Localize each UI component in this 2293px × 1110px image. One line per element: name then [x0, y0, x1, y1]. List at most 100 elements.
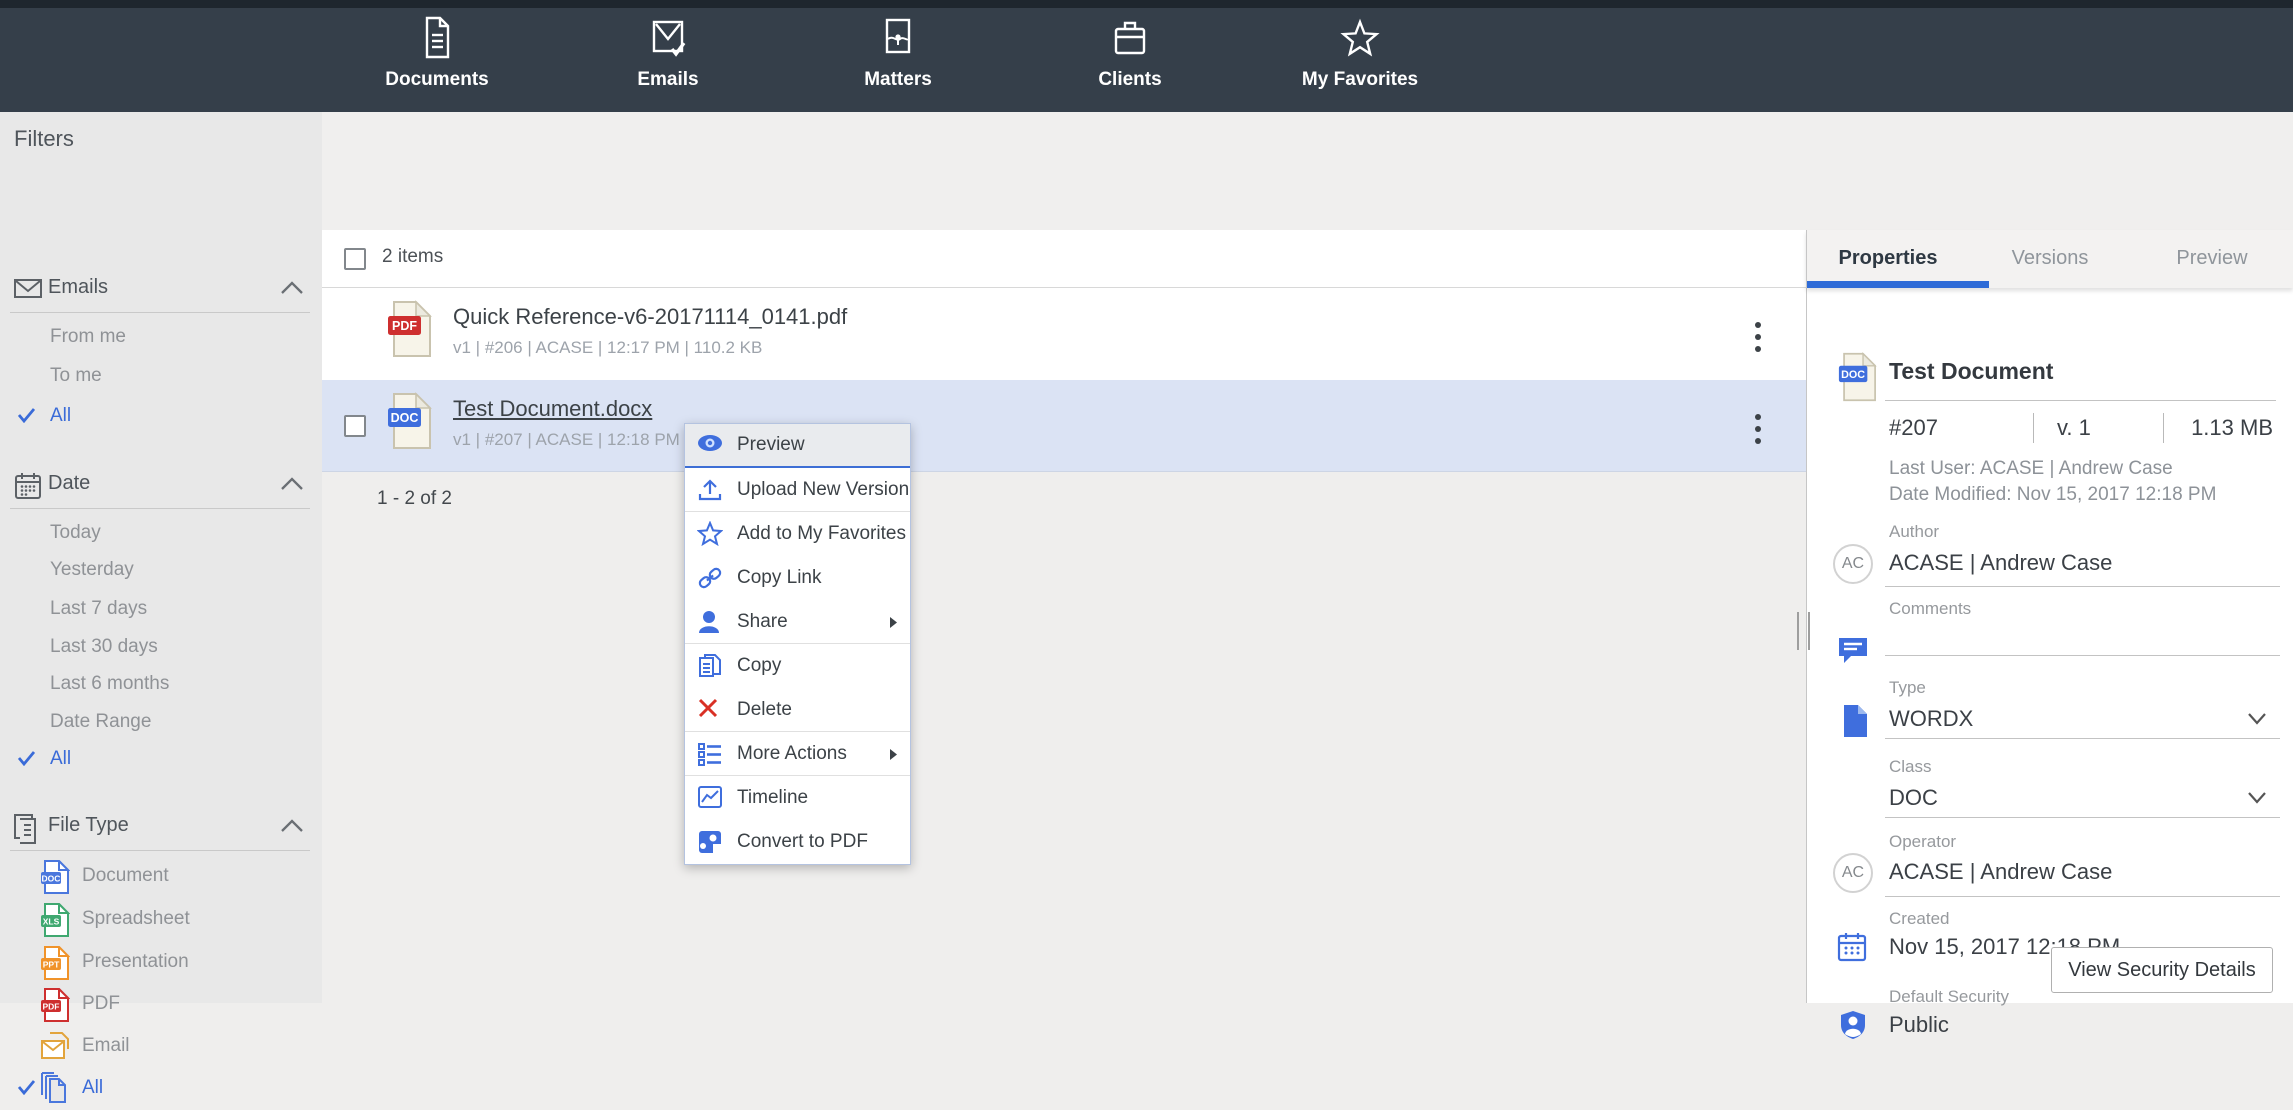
file-row[interactable]: DOCTest Document.docxv1 | #207 | ACASE |…	[322, 380, 1806, 472]
author-label: Author	[1889, 522, 1939, 542]
nav-item-matters[interactable]: Matters	[808, 12, 988, 108]
filter-item-label: Document	[82, 865, 169, 887]
menu-item-timeline[interactable]: Timeline	[685, 776, 910, 820]
check-icon	[17, 1079, 36, 1101]
menu-item-upload-new-version[interactable]: Upload New Version	[685, 468, 910, 512]
menu-item-preview[interactable]: Preview	[685, 424, 910, 468]
tab-properties[interactable]: Properties	[1807, 230, 1969, 288]
filter-item-label: From me	[50, 326, 126, 348]
class-underline	[1885, 817, 2280, 818]
filter-item-pdf[interactable]: PDFPDF	[0, 985, 322, 1023]
menu-item-label: More Actions	[737, 743, 847, 765]
operator-value[interactable]: ACASE | Andrew Case	[1889, 859, 2112, 885]
section-divider	[10, 850, 310, 851]
filter-item-document[interactable]: DOCDocument	[0, 857, 322, 895]
filter-item-today[interactable]: Today	[0, 514, 322, 552]
menu-item-label: Share	[737, 611, 788, 633]
filter-item-label: Date Range	[50, 711, 151, 733]
document-number: #207	[1889, 415, 1938, 441]
nav-clients-icon	[1106, 14, 1154, 66]
list-header: 2 items	[322, 230, 1806, 288]
type-value[interactable]: WORDX	[1889, 706, 1973, 732]
filter-item-presentation[interactable]: PPTPresentation	[0, 943, 322, 981]
menu-item-add-to-my-favorites[interactable]: Add to My Favorites	[685, 512, 910, 556]
menu-item-more-actions[interactable]: More Actions	[685, 732, 910, 776]
menu-item-delete[interactable]: Delete	[685, 688, 910, 732]
class-value[interactable]: DOC	[1889, 785, 1938, 811]
nav-item-label: Matters	[808, 69, 988, 91]
doc-file-icon: DOC	[1837, 352, 1877, 407]
filter-section-date[interactable]: Date	[0, 464, 322, 508]
filter-item-date-range[interactable]: Date Range	[0, 703, 322, 741]
filter-item-spreadsheet[interactable]: XLSSpreadsheet	[0, 900, 322, 938]
tab-versions[interactable]: Versions	[1969, 230, 2131, 288]
submenu-arrow-icon	[889, 748, 898, 766]
type-label: Type	[1889, 678, 1926, 698]
type-chevron-down-icon[interactable]	[2247, 712, 2267, 730]
menu-item-copy[interactable]: Copy	[685, 644, 910, 688]
panel-resize-handle[interactable]	[1797, 612, 1810, 650]
menu-item-share[interactable]: Share	[685, 600, 910, 644]
filter-item-to-me[interactable]: To me	[0, 357, 322, 395]
view-security-details-button[interactable]: View Security Details	[2051, 947, 2273, 993]
filter-item-last-7-days[interactable]: Last 7 days	[0, 590, 322, 628]
tab-preview[interactable]: Preview	[2131, 230, 2293, 288]
file-row[interactable]: PDFQuick Reference-v6-20171114_0141.pdfv…	[322, 288, 1806, 380]
filter-item-last-6-months[interactable]: Last 6 months	[0, 665, 322, 703]
author-underline	[1885, 586, 2280, 587]
chevron-up-icon[interactable]	[280, 818, 304, 838]
operator-avatar: AC	[1833, 853, 1873, 893]
section-divider	[10, 312, 310, 313]
filter-item-label: To me	[50, 365, 102, 387]
svg-text:PPT: PPT	[43, 960, 60, 970]
row-kebab-icon[interactable]	[1754, 320, 1762, 359]
select-all-checkbox[interactable]	[344, 248, 366, 270]
filter-item-all[interactable]: All	[0, 740, 322, 778]
menu-item-label: Copy Link	[737, 567, 822, 589]
filter-item-label: All	[50, 748, 71, 770]
filter-item-all[interactable]: All	[0, 1069, 322, 1107]
svg-text:DOC: DOC	[391, 411, 419, 425]
check-icon	[17, 750, 36, 772]
menu-item-label: Copy	[737, 655, 781, 677]
author-value[interactable]: ACASE | Andrew Case	[1889, 550, 2112, 576]
filter-item-last-30-days[interactable]: Last 30 days	[0, 628, 322, 666]
default-security-label: Default Security	[1889, 987, 2009, 1007]
context-menu: PreviewUpload New VersionAdd to My Favor…	[684, 423, 911, 865]
nav-item-emails[interactable]: Emails	[578, 12, 758, 108]
filter-item-all[interactable]: All	[0, 397, 322, 435]
file-name[interactable]: Test Document.docx	[453, 396, 652, 422]
filter-item-from-me[interactable]: From me	[0, 318, 322, 356]
filter-section-emails[interactable]: Emails	[0, 268, 322, 312]
document-version: v. 1	[2057, 415, 2091, 441]
class-chevron-down-icon[interactable]	[2247, 791, 2267, 809]
comments-label: Comments	[1889, 599, 1971, 619]
menu-item-label: Delete	[737, 699, 792, 721]
chevron-up-icon[interactable]	[280, 476, 304, 496]
nav-item-label: Emails	[578, 69, 758, 91]
nav-item-clients[interactable]: Clients	[1040, 12, 1220, 108]
type-underline	[1885, 738, 2280, 739]
security-value: Public	[1889, 1012, 1949, 1038]
star-blue-icon	[697, 521, 723, 547]
created-calendar-icon	[1837, 932, 1867, 967]
chevron-up-icon[interactable]	[280, 280, 304, 300]
nav-item-documents[interactable]: Documents	[347, 12, 527, 108]
document-list: 2 items PDFQuick Reference-v6-20171114_0…	[322, 230, 1806, 1003]
last-user: Last User: ACASE | Andrew Case	[1889, 458, 2173, 480]
type-doc-icon	[1841, 704, 1869, 743]
class-label: Class	[1889, 757, 1932, 777]
filter-section-file-type[interactable]: File Type	[0, 806, 322, 850]
menu-item-copy-link[interactable]: Copy Link	[685, 556, 910, 600]
filter-item-yesterday[interactable]: Yesterday	[0, 551, 322, 589]
filter-item-email[interactable]: Email	[0, 1027, 322, 1065]
menu-item-convert-to-pdf[interactable]: Convert to PDF	[685, 820, 910, 864]
person-icon	[697, 609, 723, 635]
panel-tabs: PropertiesVersionsPreview	[1806, 230, 2293, 288]
nav-item-my-favorites[interactable]: My Favorites	[1270, 12, 1450, 108]
row-kebab-icon[interactable]	[1754, 412, 1762, 451]
nav-matters-icon	[874, 14, 922, 66]
filter-item-label: PDF	[82, 993, 120, 1015]
row-checkbox[interactable]	[344, 415, 366, 437]
file-name[interactable]: Quick Reference-v6-20171114_0141.pdf	[453, 304, 847, 330]
